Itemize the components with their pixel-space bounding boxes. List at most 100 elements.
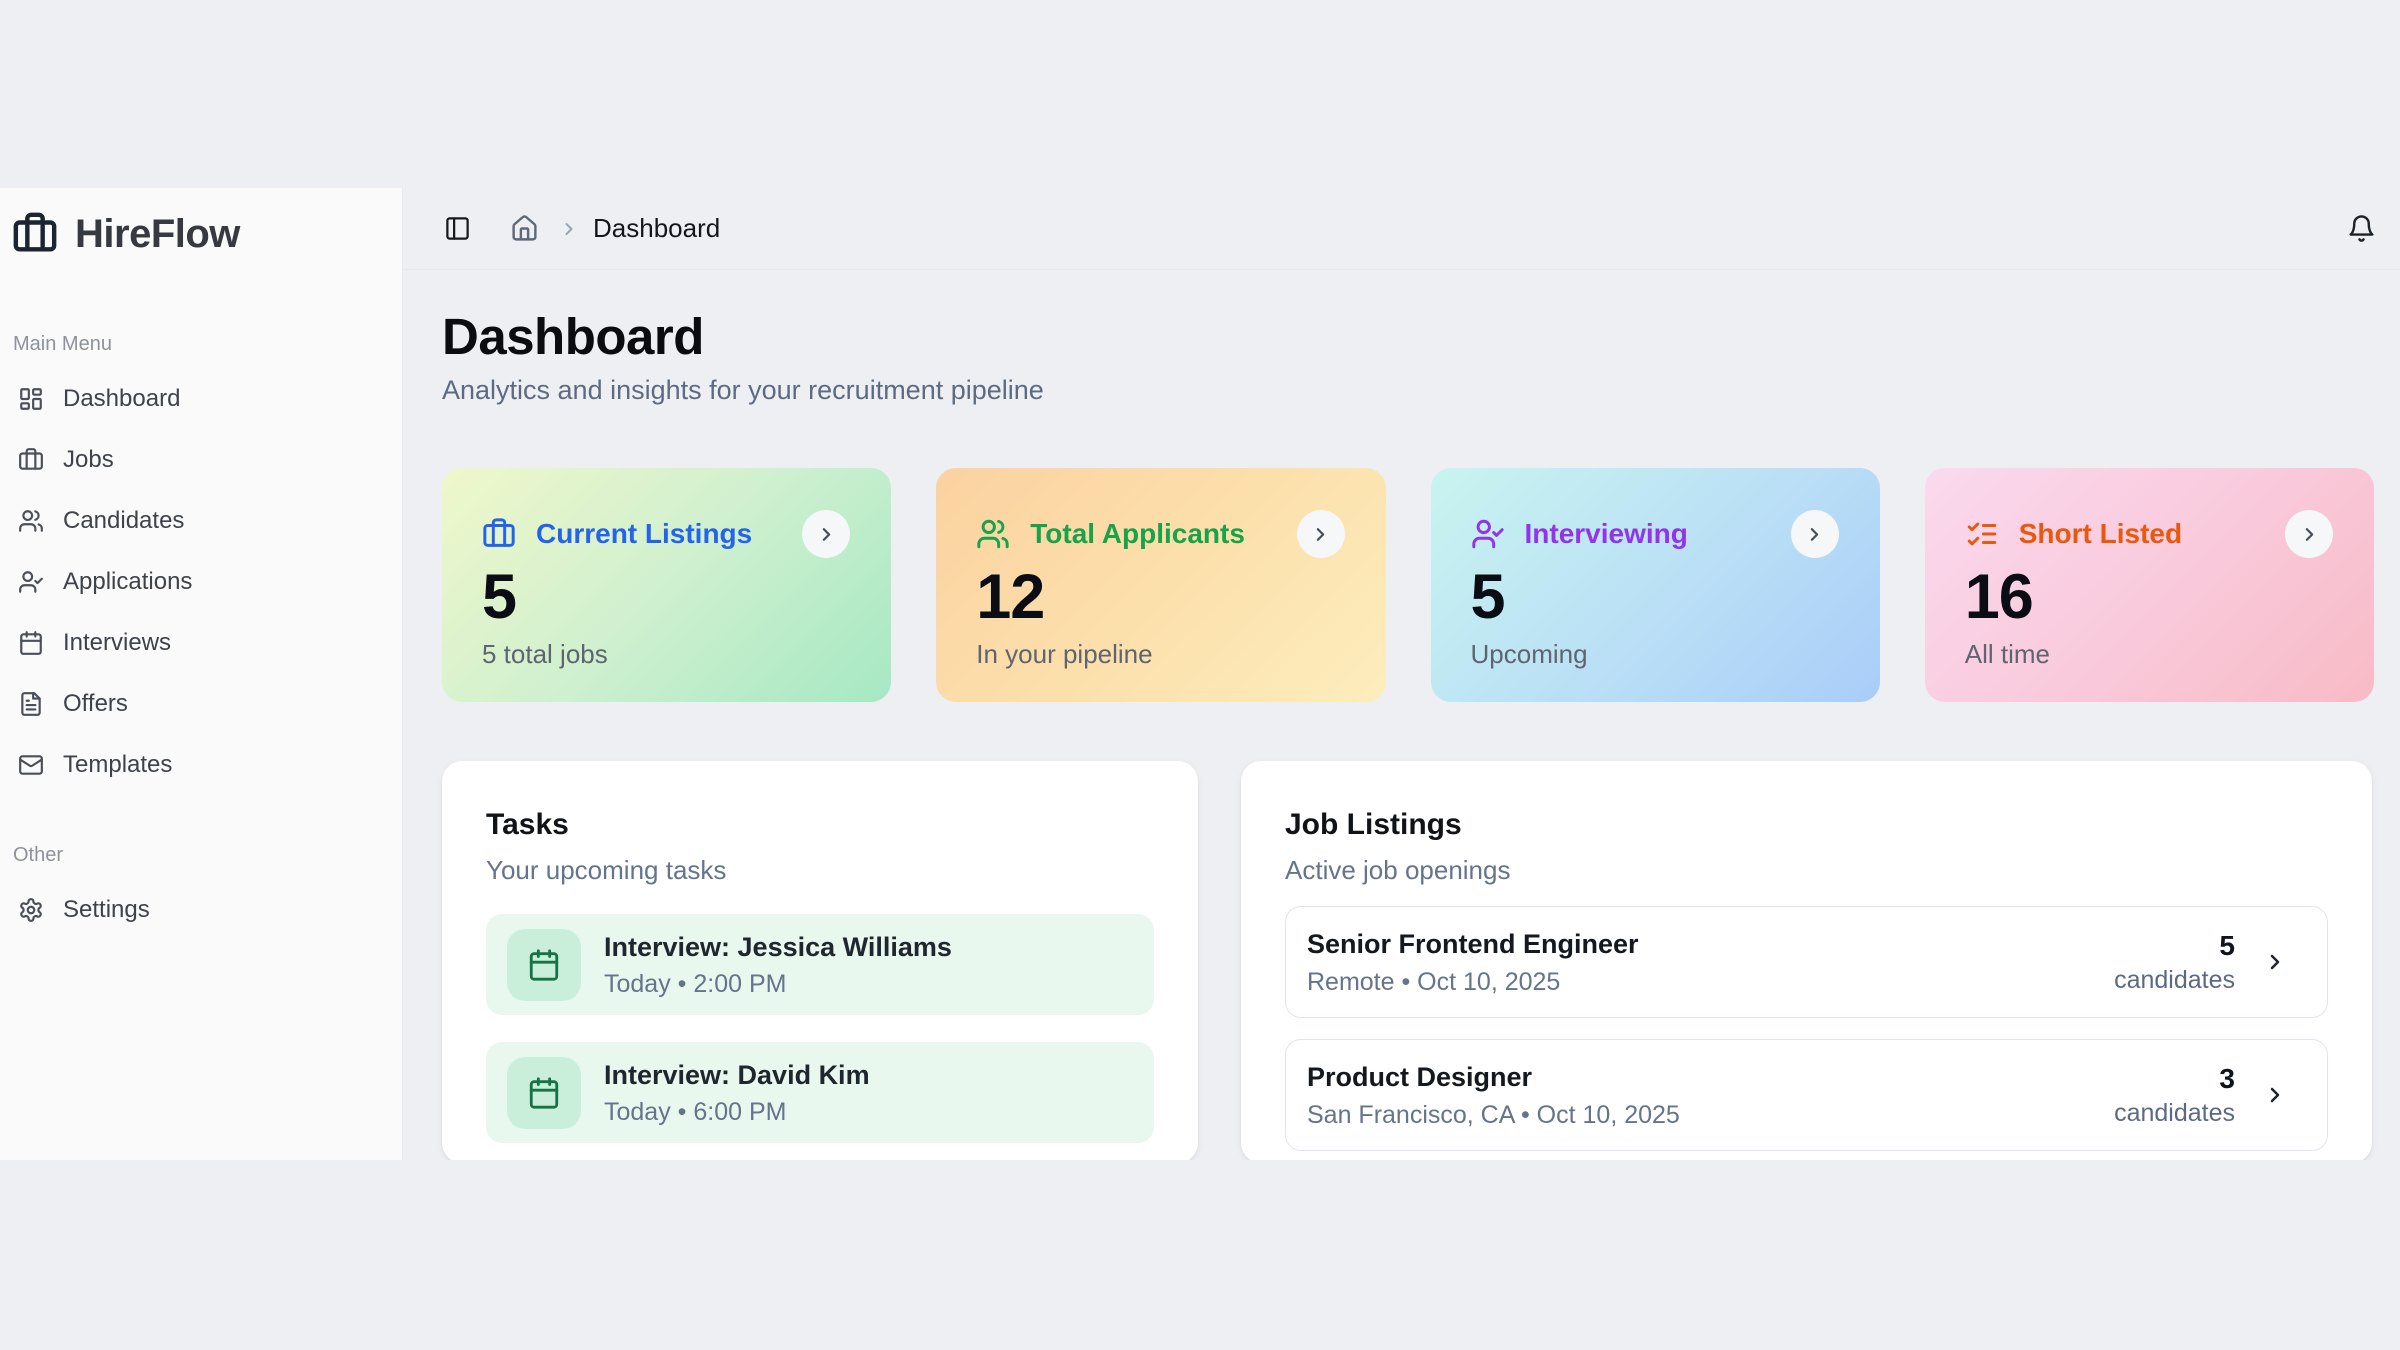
job-text: Senior Frontend Engineer Remote • Oct 10… [1307,928,1639,997]
home-icon[interactable] [510,214,539,243]
task-title: Interview: Jessica Williams [604,931,952,964]
job-meta: San Francisco, CA • Oct 10, 2025 [1307,1100,1680,1130]
sidebar-item-label: Candidates [63,507,184,535]
page-content: Dashboard Analytics and insights for you… [403,270,2400,1160]
mail-icon [18,752,44,778]
tasks-panel-title: Tasks [486,808,1154,842]
task-icon-tile [507,1057,581,1129]
job-candidates: 5 candidates [2114,929,2235,995]
briefcase-icon [482,517,516,551]
stat-card-short-listed[interactable]: Short Listed 16 All time [1925,468,2374,702]
job-title: Senior Frontend Engineer [1307,928,1639,961]
task-text: Interview: Jessica Williams Today • 2:00… [604,931,952,999]
stat-card-title: Total Applicants [1030,518,1245,550]
settings-gear-icon [18,897,44,923]
stat-card-interviewing[interactable]: Interviewing 5 Upcoming [1431,468,1880,702]
job-list: Senior Frontend Engineer Remote • Oct 10… [1285,906,2328,1151]
sidebar-item-dashboard[interactable]: Dashboard [10,368,392,429]
job-listing-row[interactable]: Product Designer San Francisco, CA • Oct… [1285,1039,2328,1151]
stat-card-chevron-button[interactable] [802,510,850,558]
stat-card-title: Interviewing [1525,518,1688,550]
briefcase-icon [18,447,44,473]
job-candidate-count: 5 [2114,929,2235,962]
notifications-bell-icon[interactable] [2347,214,2376,243]
main-area: Dashboard Dashboard Analytics and insigh… [403,188,2400,1160]
task-text: Interview: David Kim Today • 6:00 PM [604,1059,870,1127]
job-candidate-label: candidates [2114,1098,2235,1128]
stat-card-header: Short Listed [1965,517,2334,551]
stat-card-header: Total Applicants [976,517,1345,551]
sidebar-item-offers[interactable]: Offers [10,673,392,734]
sidebar-item-label: Applications [63,568,192,596]
stat-card-chevron-button[interactable] [1297,510,1345,558]
stat-card-title: Short Listed [2019,518,2182,550]
sidebar-item-label: Offers [63,690,128,718]
sidebar-section-main-menu: Main Menu Dashboard Jobs Candidates Appl… [10,333,392,795]
task-time: Today • 2:00 PM [604,969,952,999]
stat-card-chevron-button[interactable] [2285,510,2333,558]
stat-card-caption: 5 total jobs [482,639,851,669]
app-window: HireFlow Main Menu Dashboard Jobs Candid… [0,188,2400,1160]
breadcrumb-current: Dashboard [593,213,720,244]
users-icon [18,508,44,534]
stat-card-caption: Upcoming [1471,639,1840,669]
stat-card-value: 16 [1965,565,2334,629]
page-subtitle: Analytics and insights for your recruitm… [442,375,2374,406]
stat-card-total-applicants[interactable]: Total Applicants 12 In your pipeline [936,468,1385,702]
chevron-right-icon [2263,950,2287,974]
job-candidates: 3 candidates [2114,1062,2235,1128]
chevron-right-icon [2299,524,2320,545]
calendar-icon [527,1076,561,1110]
top-bar: Dashboard [403,188,2400,270]
chevron-right-icon [1310,524,1331,545]
file-text-icon [18,691,44,717]
layout-dashboard-icon [18,386,44,412]
sidebar-item-label: Dashboard [63,385,180,413]
sidebar-section-other: Other Settings [10,844,392,940]
job-candidate-label: candidates [2114,965,2235,995]
page-title: Dashboard [442,309,2374,365]
sidebar-item-candidates[interactable]: Candidates [10,490,392,551]
task-item[interactable]: Interview: Jessica Williams Today • 2:00… [486,914,1154,1015]
task-item[interactable]: Interview: David Kim Today • 6:00 PM [486,1042,1154,1143]
stat-card-current-listings[interactable]: Current Listings 5 5 total jobs [442,468,891,702]
calendar-icon [18,630,44,656]
calendar-icon [527,948,561,982]
nav-section-label: Other [13,844,392,867]
sidebar-item-jobs[interactable]: Jobs [10,429,392,490]
stat-card-title: Current Listings [536,518,752,550]
sidebar-item-settings[interactable]: Settings [10,879,392,940]
stat-card-value: 12 [976,565,1345,629]
list-checks-icon [1965,517,1999,551]
sidebar-item-interviews[interactable]: Interviews [10,612,392,673]
brand-name: HireFlow [75,212,240,257]
other-nav: Settings [10,879,392,940]
chevron-right-icon [1804,524,1825,545]
task-time: Today • 6:00 PM [604,1097,870,1127]
user-check-icon [18,569,44,595]
job-title: Product Designer [1307,1061,1680,1094]
chevron-right-icon [816,524,837,545]
chevron-right-icon [2263,1083,2287,1107]
sidebar-toggle-panel-left-icon[interactable] [444,215,471,242]
sidebar-item-applications[interactable]: Applications [10,551,392,612]
stat-card-chevron-button[interactable] [1791,510,1839,558]
task-icon-tile [507,929,581,1001]
stat-card-value: 5 [1471,565,1840,629]
job-text: Product Designer San Francisco, CA • Oct… [1307,1061,1680,1130]
tasks-panel: Tasks Your upcoming tasks Interview: Jes… [442,761,1198,1160]
sidebar: HireFlow Main Menu Dashboard Jobs Candid… [0,188,403,1160]
sidebar-item-label: Jobs [63,446,114,474]
stat-card-caption: All time [1965,639,2334,669]
stat-card-header: Interviewing [1471,517,1840,551]
stat-card-caption: In your pipeline [976,639,1345,669]
job-meta: Remote • Oct 10, 2025 [1307,967,1639,997]
stat-card-value: 5 [482,565,851,629]
task-title: Interview: David Kim [604,1059,870,1092]
job-listings-panel: Job Listings Active job openings Senior … [1241,761,2372,1160]
sidebar-item-templates[interactable]: Templates [10,734,392,795]
briefcase-logo-icon [12,211,58,257]
job-listing-row[interactable]: Senior Frontend Engineer Remote • Oct 10… [1285,906,2328,1018]
user-check-icon [1471,517,1505,551]
tasks-panel-subtitle: Your upcoming tasks [486,855,1154,885]
